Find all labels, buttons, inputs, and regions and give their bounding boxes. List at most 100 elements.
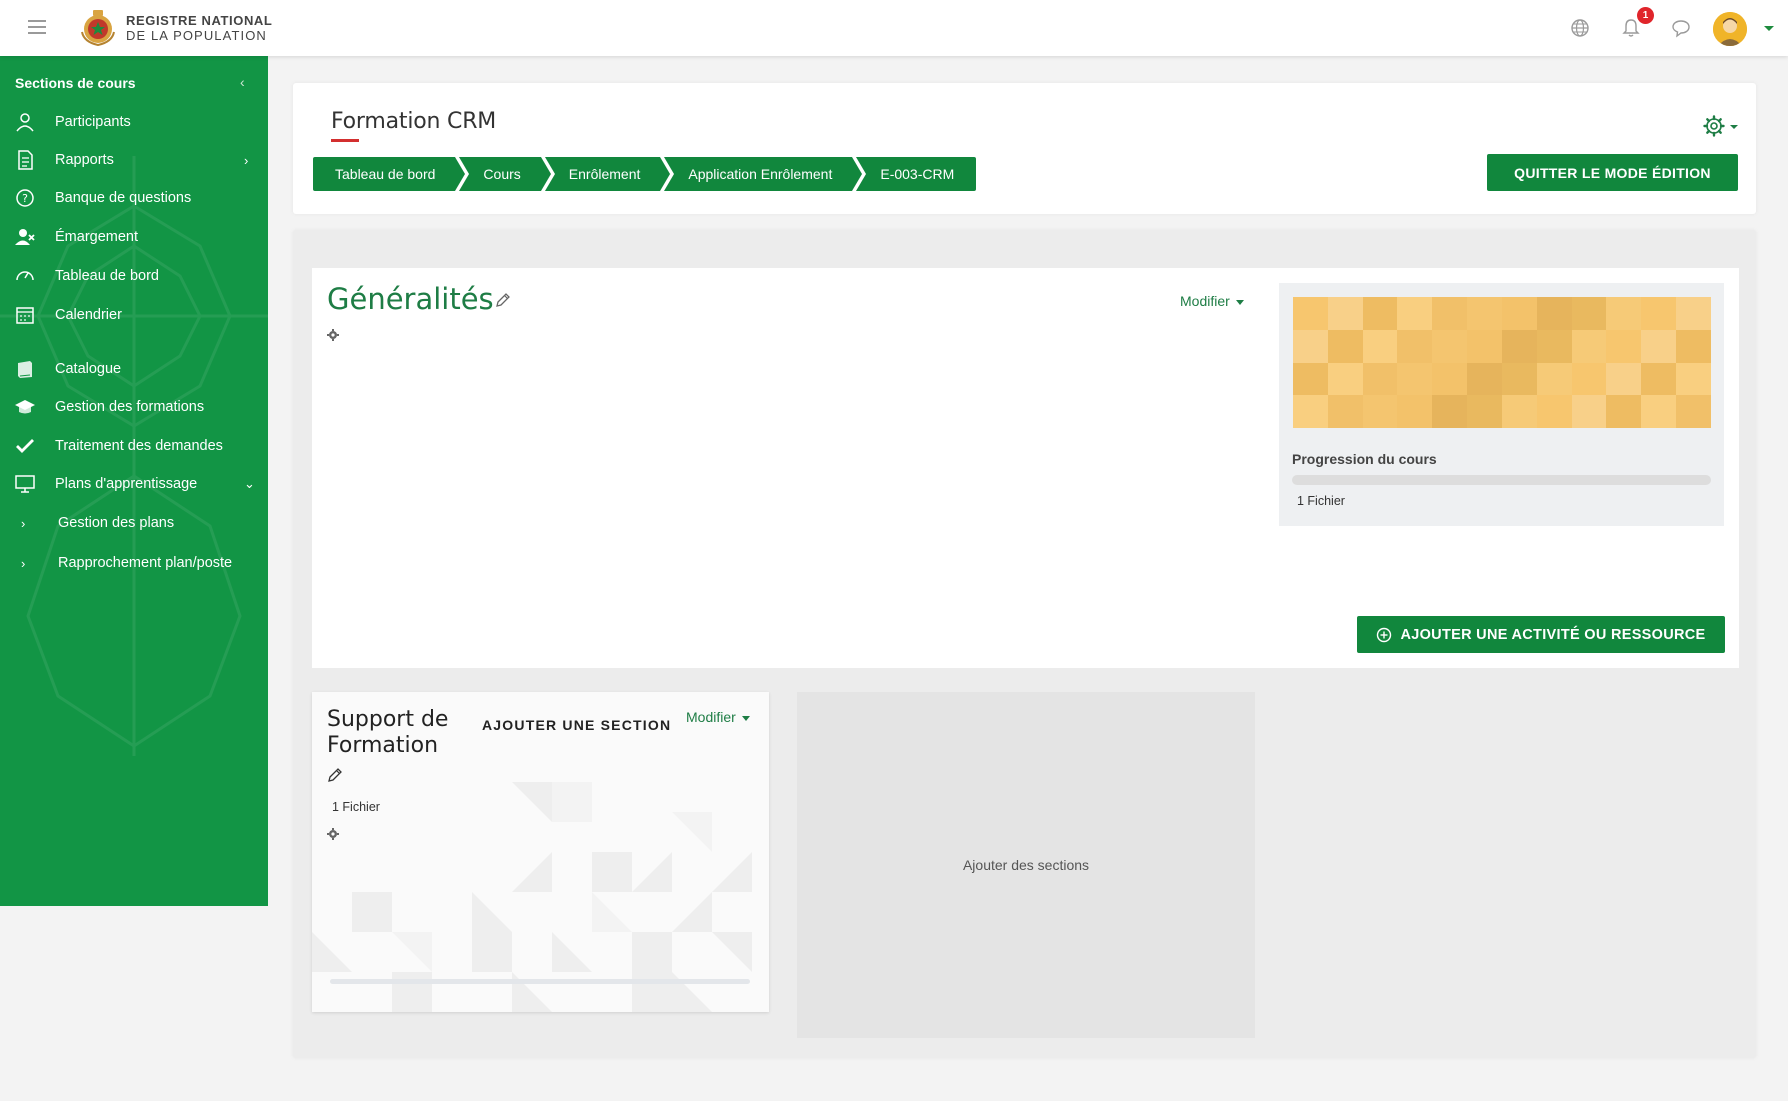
image-tile — [1641, 297, 1677, 330]
chevron-right-icon: › — [244, 152, 249, 168]
caret-down-icon — [741, 715, 750, 721]
add-sections-button[interactable]: Ajouter des sections — [797, 692, 1255, 1038]
add-sections-label: Ajouter des sections — [962, 857, 1090, 873]
monitor-icon — [15, 475, 35, 493]
image-tile — [1293, 395, 1328, 428]
sidebar-item-emargement[interactable]: Émargement — [0, 220, 268, 254]
image-tile — [1432, 329, 1468, 363]
breadcrumb-item-application-enrolement[interactable]: Application Enrôlement — [664, 157, 863, 191]
check-icon — [16, 439, 34, 453]
sidebar-item-label: Catalogue — [55, 361, 122, 377]
image-tile — [1467, 329, 1502, 363]
sidebar-item-label: Rapprochement plan/poste — [58, 555, 233, 571]
breadcrumb-item-e-003-crm[interactable]: E-003-CRM — [856, 157, 977, 191]
breadcrumb-item-tableau-de-bord[interactable]: Tableau de bord — [313, 157, 466, 191]
image-tile — [1536, 362, 1572, 396]
modifier-dropdown[interactable]: Modifier — [1180, 293, 1244, 309]
sidebar-item-label: Émargement — [55, 229, 139, 245]
image-tile — [1397, 362, 1433, 396]
sidebar-subitem-rapprochement-plan-poste[interactable]: › Rapprochement plan/poste — [0, 546, 268, 580]
sidebar-subitem-gestion-des-plans[interactable]: › Gestion des plans — [0, 506, 268, 540]
graduation-cap-icon — [15, 400, 35, 414]
sidebar-item-rapports[interactable]: Rapports › — [0, 143, 268, 177]
sidebar-item-tableau-de-bord[interactable]: Tableau de bord — [0, 259, 268, 293]
image-tile — [1362, 297, 1398, 330]
sidebar-item-label: Banque de questions — [55, 190, 192, 206]
course-content: Généralités Modifier Progression du cour… — [293, 230, 1756, 1058]
image-tile — [1327, 395, 1363, 428]
globe-icon[interactable] — [1569, 17, 1591, 39]
breadcrumb-item-cours[interactable]: Cours — [459, 157, 552, 191]
chevron-left-icon[interactable]: ‹ — [240, 74, 245, 90]
gear-icon[interactable] — [1702, 114, 1740, 138]
image-tile — [1571, 395, 1607, 428]
image-tile — [1467, 395, 1502, 428]
top-navbar: REGISTRE NATIONAL DE LA POPULATION 1 — [0, 0, 1788, 56]
breadcrumb-item-enrolement[interactable]: Enrôlement — [544, 157, 670, 191]
add-activity-button[interactable]: AJOUTER UNE ACTIVITÉ OU RESSOURCE — [1357, 616, 1725, 653]
image-tile — [1571, 329, 1607, 363]
image-tile — [1571, 362, 1607, 396]
logo-text-line2: DE LA POPULATION — [126, 28, 267, 43]
chevron-down-icon[interactable] — [1764, 26, 1774, 31]
image-tile — [1501, 297, 1537, 330]
image-tile — [1641, 362, 1677, 396]
quit-edit-mode-button[interactable]: QUITTER LE MODE ÉDITION — [1487, 154, 1738, 191]
modifier-dropdown[interactable]: Modifier — [686, 709, 750, 725]
sidebar-item-label: Plans d'apprentissage — [55, 476, 198, 492]
caret-down-icon — [1235, 299, 1244, 305]
sidebar-item-label: Participants — [55, 114, 131, 130]
sidebar-item-banque-de-questions[interactable]: ? Banque de questions — [0, 181, 268, 215]
image-tile — [1571, 297, 1607, 330]
image-tile — [1676, 329, 1711, 363]
image-tile — [1467, 362, 1502, 396]
image-tile — [1432, 395, 1468, 428]
cog-icon[interactable] — [327, 828, 339, 840]
progress-bar — [1292, 475, 1711, 485]
sidebar-item-gestion-des-formations[interactable]: Gestion des formations — [0, 390, 268, 424]
sidebar-item-participants[interactable]: Participants — [0, 105, 268, 139]
image-tile — [1501, 362, 1537, 396]
sidebar-item-label: Tableau de bord — [55, 268, 159, 284]
chevron-down-icon: ⌄ — [244, 476, 255, 491]
coat-of-arms-logo — [81, 10, 115, 47]
add-activity-label: AJOUTER UNE ACTIVITÉ OU RESSOURCE — [1400, 626, 1706, 643]
image-tile — [1432, 297, 1468, 330]
image-tile — [1327, 329, 1363, 363]
logo-text-line1: REGISTRE NATIONAL — [126, 13, 273, 28]
file-count: 1 Fichier — [1297, 494, 1345, 508]
course-image — [1293, 297, 1711, 428]
image-tile — [1293, 362, 1328, 396]
file-count: 1 Fichier — [332, 800, 380, 814]
plus-circle-icon — [1377, 627, 1392, 642]
sidebar-item-plans-apprentissage[interactable]: Plans d'apprentissage ⌄ — [0, 467, 268, 501]
image-tile — [1501, 395, 1537, 428]
chat-icon[interactable] — [1670, 17, 1692, 39]
pencil-icon[interactable] — [327, 767, 343, 783]
notification-badge: 1 — [1637, 7, 1654, 24]
modifier-label: Modifier — [686, 709, 736, 725]
calendar-icon — [16, 307, 34, 324]
image-tile — [1676, 362, 1711, 396]
sidebar-item-label: Calendrier — [55, 307, 122, 323]
sidebar-item-label: Gestion des plans — [58, 515, 175, 531]
image-tile — [1362, 329, 1398, 363]
pencil-icon[interactable] — [495, 292, 511, 308]
image-tile — [1606, 297, 1642, 330]
sidebar-item-catalogue[interactable]: Catalogue — [0, 352, 268, 386]
general-section: Généralités Modifier Progression du cour… — [312, 268, 1739, 668]
sidebar-item-traitement-des-demandes[interactable]: Traitement des demandes — [0, 429, 268, 463]
add-section-link[interactable]: AJOUTER UNE SECTION — [482, 717, 671, 733]
chevron-right-icon: › — [21, 555, 26, 571]
image-tile — [1293, 297, 1328, 330]
title-underline — [331, 139, 359, 142]
avatar[interactable] — [1713, 12, 1747, 46]
image-tile — [1327, 297, 1363, 330]
logo[interactable]: REGISTRE NATIONAL DE LA POPULATION — [78, 8, 272, 48]
menu-icon[interactable] — [28, 20, 46, 36]
cog-icon[interactable] — [327, 329, 339, 341]
image-tile — [1432, 362, 1468, 396]
sidebar-item-calendrier[interactable]: Calendrier — [0, 298, 268, 332]
progress-label: Progression du cours — [1292, 451, 1437, 467]
image-tile — [1606, 395, 1642, 428]
